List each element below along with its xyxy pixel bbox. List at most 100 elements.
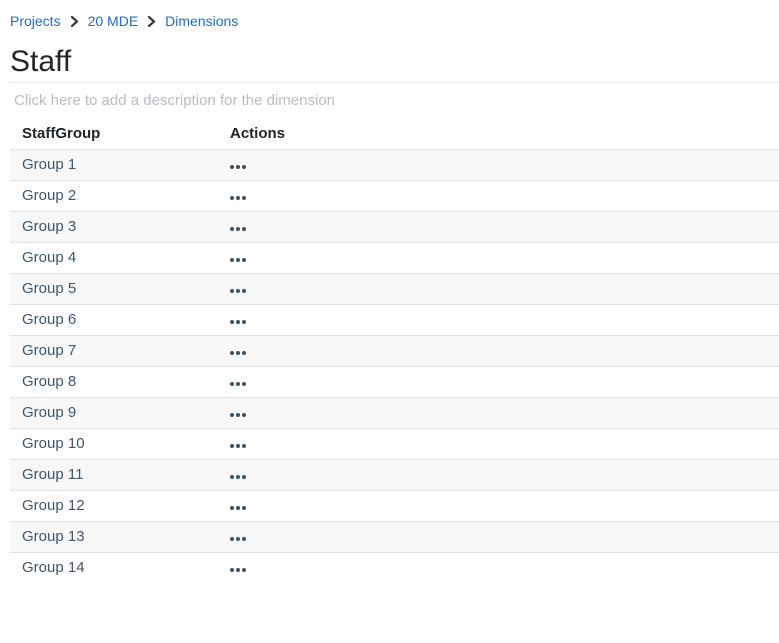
staff-group-link[interactable]: Group 7	[22, 342, 76, 359]
ellipsis-icon	[230, 475, 246, 479]
actions-cell	[218, 429, 779, 460]
ellipsis-icon	[230, 196, 246, 200]
actions-cell	[218, 212, 779, 243]
actions-cell	[218, 274, 779, 305]
actions-cell	[218, 522, 779, 553]
table-row: Group 11	[10, 460, 779, 491]
staff-group-link[interactable]: Group 1	[22, 156, 76, 173]
actions-cell	[218, 491, 779, 522]
staff-group-link[interactable]: Group 2	[22, 187, 76, 204]
staff-group-link[interactable]: Group 10	[22, 435, 85, 452]
staff-group-cell: Group 8	[10, 367, 218, 398]
staff-group-cell: Group 14	[10, 553, 218, 584]
staff-group-link[interactable]: Group 9	[22, 404, 76, 421]
ellipsis-icon	[230, 351, 246, 355]
staff-group-link[interactable]: Group 14	[22, 559, 85, 576]
staff-group-cell: Group 5	[10, 274, 218, 305]
row-actions-button[interactable]	[230, 348, 246, 358]
actions-cell	[218, 243, 779, 274]
table-row: Group 2	[10, 181, 779, 212]
actions-cell	[218, 553, 779, 584]
staff-group-cell: Group 1	[10, 150, 218, 181]
ellipsis-icon	[230, 165, 246, 169]
table-row: Group 1	[10, 150, 779, 181]
ellipsis-icon	[230, 320, 246, 324]
staff-group-link[interactable]: Group 3	[22, 218, 76, 235]
staff-group-link[interactable]: Group 11	[22, 466, 83, 483]
table-row: Group 10	[10, 429, 779, 460]
actions-cell	[218, 367, 779, 398]
staff-group-cell: Group 13	[10, 522, 218, 553]
breadcrumb-link[interactable]: 20 MDE	[88, 13, 139, 29]
staff-group-cell: Group 10	[10, 429, 218, 460]
ellipsis-icon	[230, 506, 246, 510]
staff-group-link[interactable]: Group 6	[22, 311, 76, 328]
title-divider	[10, 82, 779, 83]
row-actions-button[interactable]	[230, 193, 246, 203]
row-actions-button[interactable]	[230, 379, 246, 389]
table-row: Group 3	[10, 212, 779, 243]
table-header-row: StaffGroup Actions	[10, 119, 779, 150]
row-actions-button[interactable]	[230, 565, 246, 575]
row-actions-button[interactable]	[230, 534, 246, 544]
table-row: Group 8	[10, 367, 779, 398]
actions-cell	[218, 460, 779, 491]
table-row: Group 13	[10, 522, 779, 553]
row-actions-button[interactable]	[230, 286, 246, 296]
actions-cell	[218, 398, 779, 429]
row-actions-button[interactable]	[230, 441, 246, 451]
description-field[interactable]: Click here to add a description for the …	[10, 92, 779, 110]
chevron-right-icon	[70, 16, 79, 27]
staff-group-cell: Group 2	[10, 181, 218, 212]
table-row: Group 7	[10, 336, 779, 367]
ellipsis-icon	[230, 289, 246, 293]
breadcrumb: Projects 20 MDE Dimensions	[10, 13, 779, 29]
ellipsis-icon	[230, 227, 246, 231]
row-actions-button[interactable]	[230, 224, 246, 234]
row-actions-button[interactable]	[230, 503, 246, 513]
row-actions-button[interactable]	[230, 255, 246, 265]
table-body: Group 1 Group 2 Group 3	[10, 150, 779, 584]
row-actions-button[interactable]	[230, 162, 246, 172]
staff-group-link[interactable]: Group 8	[22, 373, 76, 390]
row-actions-button[interactable]	[230, 317, 246, 327]
table-row: Group 6	[10, 305, 779, 336]
staff-group-link[interactable]: Group 13	[22, 528, 85, 545]
staff-group-cell: Group 4	[10, 243, 218, 274]
staff-group-cell: Group 3	[10, 212, 218, 243]
actions-cell	[218, 336, 779, 367]
table-row: Group 9	[10, 398, 779, 429]
staff-group-link[interactable]: Group 12	[22, 497, 85, 514]
ellipsis-icon	[230, 444, 246, 448]
ellipsis-icon	[230, 382, 246, 386]
page-title: Staff	[10, 47, 779, 77]
staff-group-link[interactable]: Group 5	[22, 280, 76, 297]
ellipsis-icon	[230, 537, 246, 541]
row-actions-button[interactable]	[230, 472, 246, 482]
staff-group-cell: Group 11	[10, 460, 218, 491]
staff-group-cell: Group 9	[10, 398, 218, 429]
breadcrumb-link[interactable]: Dimensions	[165, 13, 238, 29]
chevron-right-icon	[147, 16, 156, 27]
ellipsis-icon	[230, 258, 246, 262]
breadcrumb-link[interactable]: Projects	[10, 13, 61, 29]
staff-group-table: StaffGroup Actions Group 1 Group 2	[10, 119, 779, 583]
column-header-actions: Actions	[218, 119, 779, 150]
table-row: Group 5	[10, 274, 779, 305]
actions-cell	[218, 150, 779, 181]
table-row: Group 12	[10, 491, 779, 522]
actions-cell	[218, 305, 779, 336]
staff-group-cell: Group 6	[10, 305, 218, 336]
staff-group-link[interactable]: Group 4	[22, 249, 76, 266]
table-row: Group 4	[10, 243, 779, 274]
staff-group-cell: Group 12	[10, 491, 218, 522]
row-actions-button[interactable]	[230, 410, 246, 420]
ellipsis-icon	[230, 568, 246, 572]
actions-cell	[218, 181, 779, 212]
table-row: Group 14	[10, 553, 779, 584]
column-header-staffgroup: StaffGroup	[10, 119, 218, 150]
staff-group-cell: Group 7	[10, 336, 218, 367]
table-header: StaffGroup Actions	[10, 119, 779, 150]
dimension-page: Projects 20 MDE Dimensions Staff Click h…	[0, 0, 779, 583]
ellipsis-icon	[230, 413, 246, 417]
